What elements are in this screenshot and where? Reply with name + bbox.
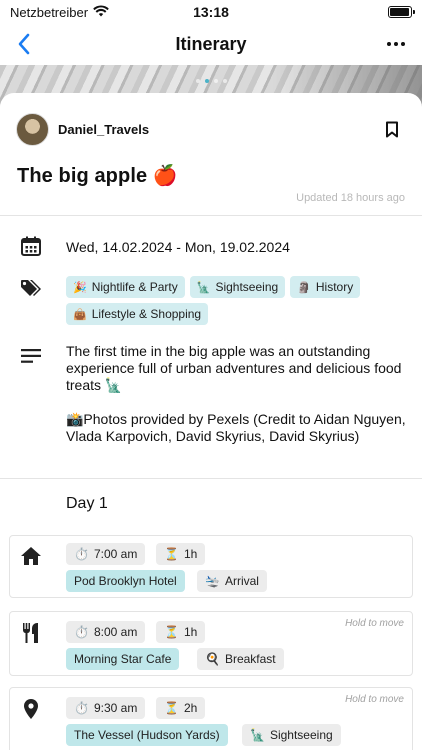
- chevron-left-icon: [18, 33, 30, 55]
- carousel-page-dots: [0, 79, 422, 83]
- category-tag-label: Lifestyle & Shopping: [91, 307, 202, 321]
- type-chip: 🗽 Sightseeing: [242, 724, 341, 746]
- category-tag[interactable]: 🎉 Nightlife & Party: [66, 276, 185, 298]
- hold-to-move-hint: Hold to move: [345, 618, 404, 629]
- ellipsis-icon: [387, 42, 405, 46]
- duration-chip: ⏳ 2h: [156, 697, 206, 719]
- hourglass-icon: ⏳: [164, 701, 179, 715]
- category-tags: 🎉 Nightlife & Party 🗽 Sightseeing 🗿 History 👜 L…: [66, 276, 406, 325]
- page-title: Itinerary: [175, 33, 247, 54]
- description-paragraph: The first time in the big apple was an o…: [66, 343, 402, 393]
- tag-icon: [18, 276, 44, 302]
- itinerary-sheet: Daniel_Travels The big apple 🍎 Updated 1…: [0, 93, 422, 750]
- stopwatch-icon: ⏱️: [74, 625, 89, 639]
- trip-description: The first time in the big apple was an o…: [66, 343, 406, 445]
- tag-emoji-icon: 🎉: [73, 281, 87, 294]
- place-chip[interactable]: Pod Brooklyn Hotel: [66, 570, 185, 592]
- status-bar: Netzbetreiber 13:18: [0, 0, 422, 24]
- restaurant-icon: [19, 621, 43, 645]
- category-tag[interactable]: 🗽 Sightseeing: [189, 276, 286, 298]
- day-label: Day 1: [66, 495, 108, 512]
- duration-chip: ⏳ 1h: [156, 621, 206, 643]
- divider: [0, 215, 422, 216]
- divider: [0, 478, 422, 479]
- battery-icon: [388, 6, 415, 18]
- location-pin-icon: [19, 697, 43, 721]
- updated-timestamp: Updated 18 hours ago: [296, 192, 405, 204]
- time-chip: ⏱️ 9:30 am: [66, 697, 146, 719]
- place-chip[interactable]: The Vessel (Hudson Yards): [66, 724, 228, 746]
- frying-pan-icon: 🍳: [205, 652, 220, 666]
- carrier-label: Netzbetreiber: [10, 4, 89, 20]
- airplane-arrival-icon: 🛬: [205, 574, 220, 588]
- trip-title: The big apple 🍎: [17, 165, 178, 187]
- itinerary-stop-card[interactable]: Hold to move ⏱️ 8:00 am ⏳ 1h Morning Star …: [9, 611, 413, 676]
- avatar[interactable]: [16, 112, 49, 146]
- stopwatch-icon: ⏱️: [74, 547, 89, 561]
- wifi-icon: [93, 4, 109, 20]
- bookmark-icon: [386, 121, 398, 137]
- category-tag-label: History: [315, 280, 354, 294]
- more-button[interactable]: [382, 30, 410, 58]
- calendar-icon: [18, 233, 44, 259]
- tag-emoji-icon: 👜: [73, 308, 87, 321]
- carousel-dot[interactable]: [213, 79, 218, 83]
- itinerary-stop-card[interactable]: Hold to move ⏱️ 9:30 am ⏳ 2h The Vessel (H…: [9, 687, 413, 750]
- tag-emoji-icon: 🗽: [196, 281, 211, 294]
- back-button[interactable]: [10, 30, 38, 58]
- tag-emoji-icon: 🗿: [297, 281, 311, 294]
- category-tag[interactable]: 👜 Lifestyle & Shopping: [66, 303, 209, 325]
- category-tag-label: Sightseeing: [215, 280, 279, 294]
- hourglass-icon: ⏳: [164, 547, 179, 561]
- place-chip[interactable]: Morning Star Cafe: [66, 648, 180, 670]
- type-chip: 🛬 Arrival: [197, 570, 267, 592]
- carousel-dot[interactable]: [222, 79, 227, 83]
- type-chip: 🍳 Breakfast: [197, 648, 284, 670]
- trip-dates: Wed, 14.02.2024 - Mon, 19.02.2024: [66, 239, 290, 255]
- hold-to-move-hint: Hold to move: [345, 694, 404, 705]
- hourglass-icon: ⏳: [164, 625, 179, 639]
- stopwatch-icon: ⏱️: [74, 701, 89, 715]
- author-name[interactable]: Daniel_Travels: [58, 122, 149, 137]
- nav-bar: Itinerary: [0, 24, 422, 64]
- author-row: Daniel_Travels: [16, 111, 406, 147]
- itinerary-stop-card[interactable]: ⏱️ 7:00 am ⏳ 1h Pod Brooklyn Hotel 🛬 Arriva…: [9, 535, 413, 598]
- category-tag[interactable]: 🗿 History: [290, 276, 361, 298]
- time-chip: ⏱️ 7:00 am: [66, 543, 146, 565]
- carousel-dot[interactable]: [204, 79, 209, 83]
- notes-icon: [18, 343, 44, 369]
- description-paragraph: 📸Photos provided by Pexels (Credit to Ai…: [66, 411, 406, 444]
- bookmark-button[interactable]: [378, 115, 406, 143]
- carrier-group: Netzbetreiber: [10, 5, 109, 20]
- home-icon: [19, 544, 43, 568]
- duration-chip: ⏳ 1h: [156, 543, 206, 565]
- time-chip: ⏱️ 8:00 am: [66, 621, 146, 643]
- carousel-dot[interactable]: [195, 79, 200, 83]
- battery-fill: [390, 8, 409, 16]
- category-tag-label: Nightlife & Party: [91, 280, 178, 294]
- statue-of-liberty-icon: 🗽: [250, 728, 265, 742]
